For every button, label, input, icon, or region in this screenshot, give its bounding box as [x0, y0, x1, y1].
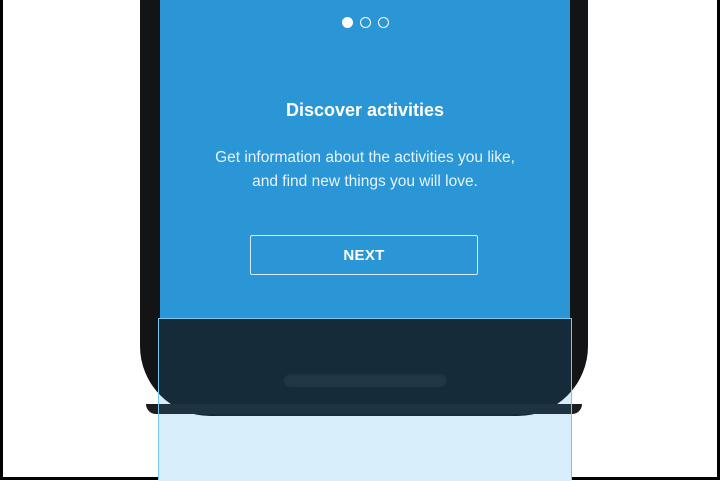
page-indicator-dot-1[interactable]	[342, 17, 353, 28]
onboarding-description: Get information about the activities you…	[160, 146, 570, 194]
onboarding-description-line-1: Get information about the activities you…	[160, 146, 570, 170]
onboarding-description-line-2: and find new things you will love.	[160, 170, 570, 194]
onboarding-title: Discover activities	[160, 100, 570, 121]
page-indicator-dot-2[interactable]	[360, 17, 371, 28]
page-indicator-dot-3[interactable]	[378, 17, 389, 28]
highlight-overlay-empty-region	[159, 416, 571, 481]
page-indicator	[160, 17, 570, 28]
image-border-left	[0, 0, 3, 480]
onboarding-screen: Discover activities Get information abou…	[160, 0, 570, 318]
phone-speaker-grille	[283, 373, 447, 387]
next-button[interactable]: NEXT	[250, 235, 478, 275]
